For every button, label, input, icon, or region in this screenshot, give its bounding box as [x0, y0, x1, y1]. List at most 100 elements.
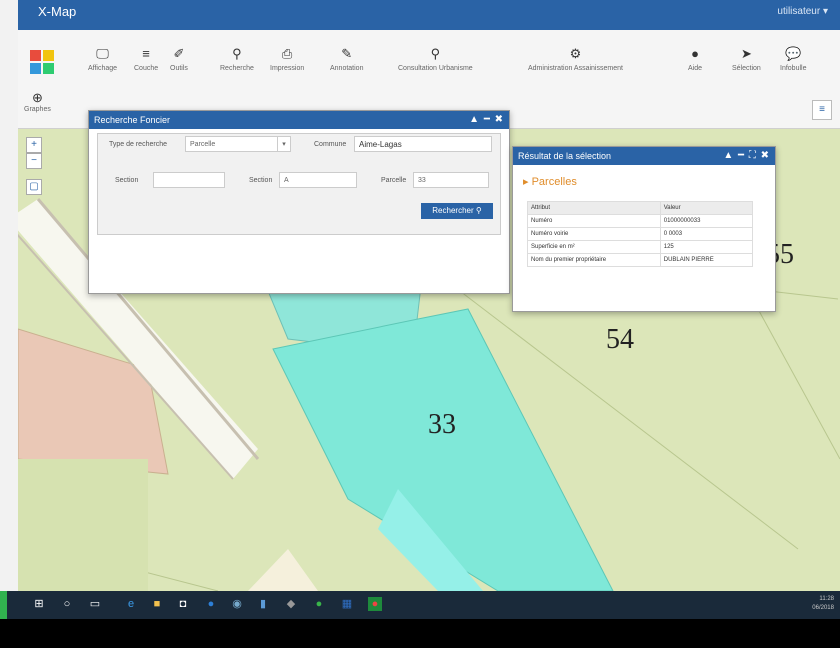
app-logo-icon — [30, 50, 54, 74]
tool-annotation[interactable]: ✎ Annotation — [330, 46, 363, 72]
cell: Nom du premier propriétaire — [527, 253, 661, 267]
result-table: Attribut Valeur Numéro 01000000033 Numéro… — [527, 201, 754, 267]
tool-affichage[interactable]: 🖵 Affichage — [88, 46, 117, 72]
desktop-edge — [0, 591, 7, 619]
tool-s-lection[interactable]: ➤ Sélection — [732, 46, 761, 72]
table-row: Numéro voirie 0 0003 — [527, 227, 754, 241]
chrome-icon[interactable]: ● — [312, 597, 326, 611]
tool-infobulle[interactable]: 💬 Infobulle — [780, 46, 806, 72]
edge-icon[interactable]: e — [124, 597, 138, 611]
firefox-icon[interactable]: ● — [368, 597, 382, 611]
store-icon[interactable]: ◘ — [176, 597, 190, 611]
search-window-header[interactable]: Recherche Foncier ▲ ━ ✖ — [89, 111, 509, 129]
app-icon[interactable]: ▦ — [340, 597, 354, 611]
cell: Numéro — [527, 214, 661, 228]
parcel-label: 54 — [606, 324, 634, 355]
tool-administration-assainissement[interactable]: ⚙ Administration Assainissement — [528, 46, 623, 72]
search-icon[interactable]: ○ — [60, 597, 74, 611]
folder-icon[interactable]: ■ — [150, 597, 164, 611]
search-button[interactable]: Rechercher ⚲ — [421, 203, 493, 219]
tool-label: Infobulle — [780, 65, 807, 72]
section-label: Section — [115, 177, 139, 184]
letterbox — [0, 619, 840, 648]
cell: Superficie en m² — [527, 240, 661, 254]
gear-icon: ⚙ — [569, 46, 582, 61]
cell: 0 0003 — [659, 227, 754, 241]
system-clock[interactable]: 11:28 06/2018 — [812, 595, 834, 613]
pencil-icon: ✎ — [341, 46, 353, 61]
commune-select[interactable]: Aime-Lagas — [354, 136, 492, 152]
chart-icon: ⊕ — [31, 90, 43, 105]
zoom-in-button[interactable]: + — [26, 137, 42, 153]
tool-label: Consultation Urbanisme — [398, 65, 473, 72]
window-controls[interactable]: ▲ ━ ⛶ ✖ — [723, 147, 770, 165]
cell: 01000000033 — [659, 214, 754, 228]
cell: Numéro voirie — [527, 227, 661, 241]
list-icon: ≡ — [142, 46, 150, 61]
sec-label: Section — [249, 177, 273, 184]
tool-label: Couche — [134, 65, 159, 72]
column-header: Valeur — [659, 201, 754, 215]
printer-icon: ⎙ — [281, 46, 293, 61]
search-icon: ⚲ — [232, 46, 242, 61]
cell: 125 — [659, 240, 754, 254]
tool-recherche[interactable]: ⚲ Recherche — [220, 46, 254, 72]
zoom-out-button[interactable]: − — [26, 153, 42, 169]
parcel-label: 33 — [428, 409, 456, 440]
tool-consultation-urbanisme[interactable]: ⚲ Consultation Urbanisme — [398, 46, 473, 72]
tool-impression[interactable]: ⎙ Impression — [270, 46, 304, 72]
app-title: X-Map — [38, 4, 77, 19]
cell: DUBLAIN PIERRE — [659, 253, 754, 267]
monitor-icon: 🖵 — [96, 46, 109, 61]
tool-label: Sélection — [732, 65, 761, 72]
result-window-header[interactable]: Résultat de la sélection ▲ ━ ⛶ ✖ — [513, 147, 775, 165]
wrench-icon: ✐ — [173, 46, 185, 61]
window-controls[interactable]: ▲ ━ ✖ — [469, 111, 504, 129]
sec-input[interactable]: A — [279, 172, 357, 188]
taskbar: ⊞ ○ ▭ e ■ ◘ ● ◉ ▮ ◆ ● ▦ ● 11:28 06/2018 — [0, 591, 840, 619]
tool-aide[interactable]: ● Aide — [688, 46, 702, 72]
result-window[interactable]: Résultat de la sélection ▲ ━ ⛶ ✖ ▸ Parce… — [512, 146, 776, 312]
search-window[interactable]: Recherche Foncier ▲ ━ ✖ Type de recherch… — [88, 110, 510, 294]
parcelle-label: Parcelle — [381, 177, 407, 184]
app-icon[interactable]: ● — [204, 597, 218, 611]
search-window-title: Recherche Foncier — [94, 115, 171, 125]
task-view-icon[interactable]: ▭ — [88, 597, 102, 611]
tool-label: Outils — [170, 65, 188, 72]
clock-date: 06/2018 — [812, 605, 834, 611]
app-icon[interactable]: ◆ — [284, 597, 298, 611]
table-row: Nom du premier propriétaire DUBLAIN PIERR… — [527, 253, 754, 267]
menu-toggle-button[interactable]: ≡ — [812, 100, 832, 120]
extent-button[interactable]: ▢ — [26, 179, 42, 195]
parcelle-input[interactable]: 33 — [413, 172, 489, 188]
app-icon[interactable]: ◉ — [230, 597, 244, 611]
parcelles-section[interactable]: ▸ Parcelles — [523, 175, 577, 188]
tool-label: Administration Assainissement — [528, 65, 623, 72]
app-icon[interactable]: ▮ — [256, 597, 270, 611]
type-label: Type de recherche — [109, 141, 167, 148]
commune-label: Commune — [314, 141, 347, 148]
chevron-down-icon[interactable]: ▾ — [277, 136, 291, 152]
tool-label: Impression — [270, 65, 305, 72]
left-strip — [0, 0, 19, 600]
graphes-button[interactable]: ⊕ Graphes — [24, 90, 51, 113]
table-row: Numéro 01000000033 — [527, 214, 754, 228]
type-select[interactable]: Parcelle — [185, 136, 289, 152]
result-window-title: Résultat de la sélection — [518, 151, 612, 161]
tool-label: Affichage — [88, 65, 118, 72]
tool-label: Annotation — [330, 65, 364, 72]
graphes-label: Graphes — [24, 106, 51, 113]
cursor-icon: ➤ — [740, 46, 752, 61]
user-menu[interactable]: utilisateur ▾ — [777, 6, 828, 17]
section-input[interactable] — [153, 172, 225, 188]
tool-outils[interactable]: ✐ Outils — [170, 46, 188, 72]
clock-time: 11:28 — [819, 596, 834, 602]
app-bar: X-Map utilisateur ▾ — [18, 0, 840, 30]
windows-start-icon[interactable]: ⊞ — [32, 597, 46, 611]
table-row: Superficie en m² 125 — [527, 240, 754, 254]
comment-icon: 💬 — [785, 46, 802, 61]
tool-couche[interactable]: ≡ Couche — [134, 46, 158, 72]
help-icon: ● — [691, 46, 699, 61]
screen: X-Map utilisateur ▾ 🖵 Affichage ≡ Couche ✐ Ou… — [0, 0, 840, 648]
column-header: Attribut — [527, 201, 661, 215]
